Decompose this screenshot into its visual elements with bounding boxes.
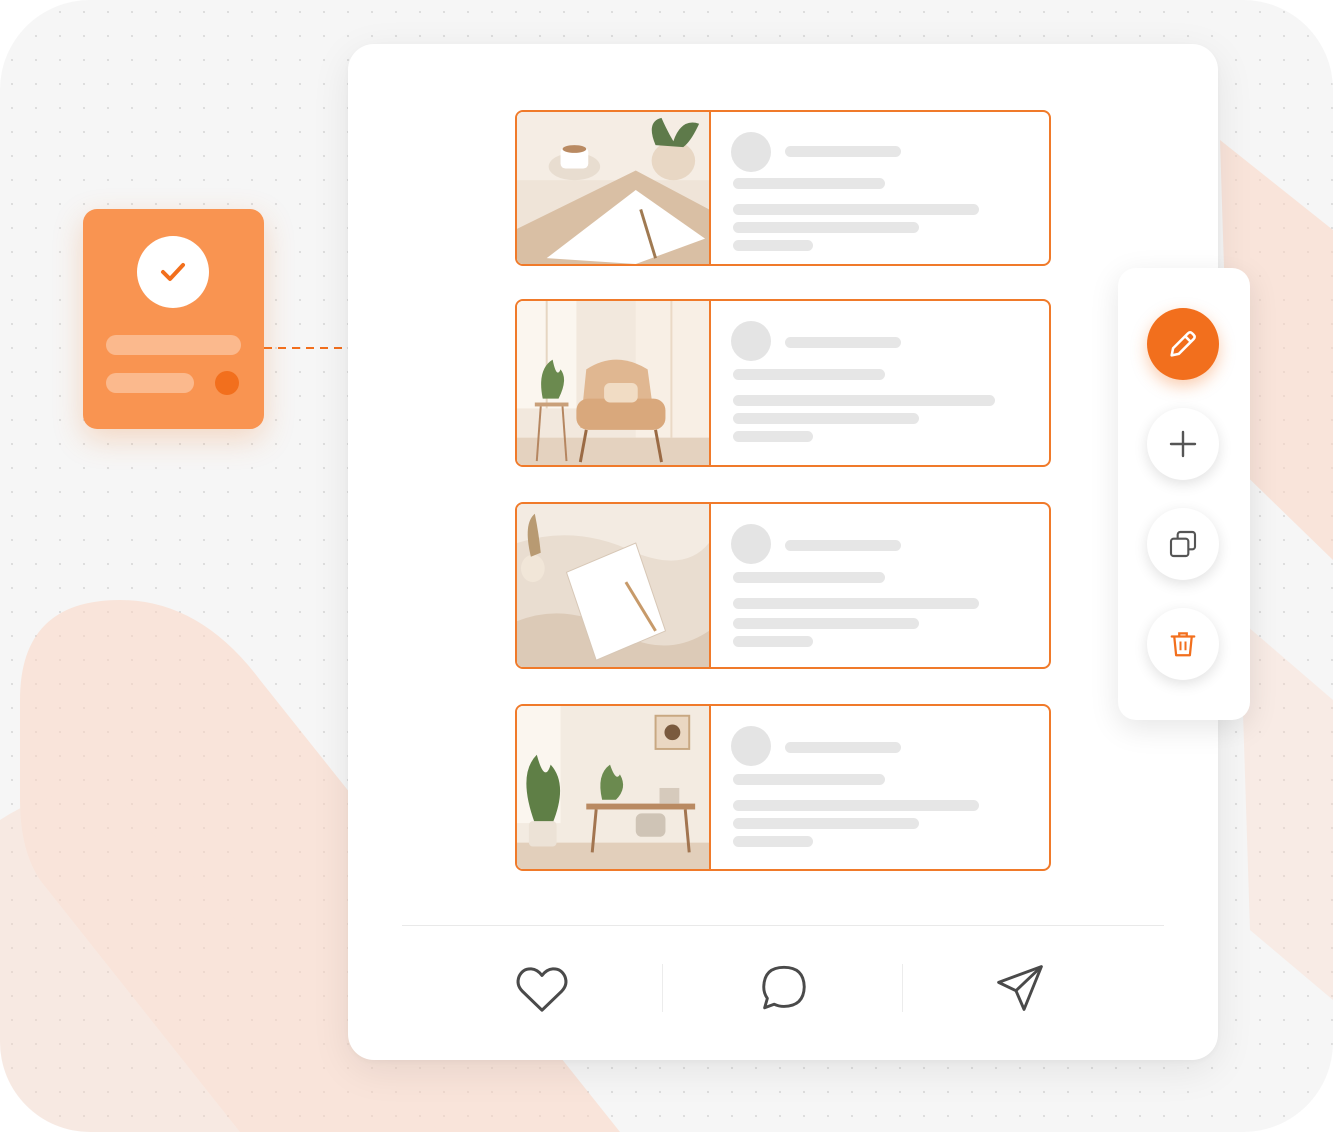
- avatar: [731, 726, 771, 766]
- placeholder-line: [733, 618, 919, 629]
- placeholder-line: [785, 146, 901, 157]
- action-toolbar: [1118, 268, 1250, 720]
- plant-office-photo: [517, 706, 711, 869]
- notebook-fabric-photo: [517, 504, 711, 667]
- delete-button[interactable]: [1147, 608, 1219, 680]
- placeholder-line: [733, 636, 813, 647]
- add-button[interactable]: [1147, 408, 1219, 480]
- avatar: [731, 524, 771, 564]
- status-dot: [215, 371, 239, 395]
- post-content: [711, 706, 1049, 869]
- placeholder-line: [733, 178, 885, 189]
- edit-button[interactable]: [1147, 308, 1219, 380]
- footer-separator: [662, 964, 663, 1012]
- duplicate-icon: [1169, 530, 1197, 558]
- avatar: [731, 321, 771, 361]
- placeholder-line: [785, 337, 901, 348]
- placeholder-line: [733, 572, 885, 583]
- heart-icon: [516, 967, 568, 1012]
- post-item[interactable]: [515, 502, 1051, 669]
- share-button[interactable]: [990, 958, 1050, 1018]
- like-button[interactable]: [512, 958, 572, 1018]
- comment-icon: [762, 965, 806, 1010]
- placeholder-line: [733, 204, 979, 215]
- check-badge: [137, 236, 209, 308]
- placeholder-line: [733, 395, 995, 406]
- placeholder-line: [733, 369, 885, 380]
- duplicate-button[interactable]: [1147, 508, 1219, 580]
- placeholder-line: [733, 240, 813, 251]
- post-item[interactable]: [515, 110, 1051, 266]
- plus-icon: [1169, 430, 1197, 458]
- placeholder-line: [733, 431, 813, 442]
- approved-card[interactable]: [83, 209, 264, 429]
- send-icon: [997, 965, 1043, 1011]
- placeholder-line: [733, 598, 979, 609]
- cafe-desk-photo: [517, 112, 711, 264]
- comment-button[interactable]: [754, 958, 814, 1018]
- placeholder-line: [733, 774, 885, 785]
- post-item[interactable]: [515, 299, 1051, 467]
- trash-icon: [1170, 632, 1196, 657]
- placeholder-line: [733, 222, 919, 233]
- placeholder-line: [733, 836, 813, 847]
- post-item[interactable]: [515, 704, 1051, 871]
- footer-divider: [402, 925, 1164, 926]
- check-icon: [161, 263, 185, 281]
- post-content: [711, 112, 1049, 264]
- placeholder-line: [733, 800, 979, 811]
- footer-separator: [902, 964, 903, 1012]
- pencil-icon: [1170, 331, 1196, 357]
- post-content: [711, 504, 1049, 667]
- placeholder-line: [106, 335, 241, 355]
- avatar: [731, 132, 771, 172]
- armchair-room-photo: [517, 301, 711, 465]
- post-content: [711, 301, 1049, 465]
- placeholder-line: [106, 373, 194, 393]
- placeholder-line: [785, 540, 901, 551]
- placeholder-line: [733, 413, 919, 424]
- placeholder-line: [733, 818, 919, 829]
- placeholder-line: [785, 742, 901, 753]
